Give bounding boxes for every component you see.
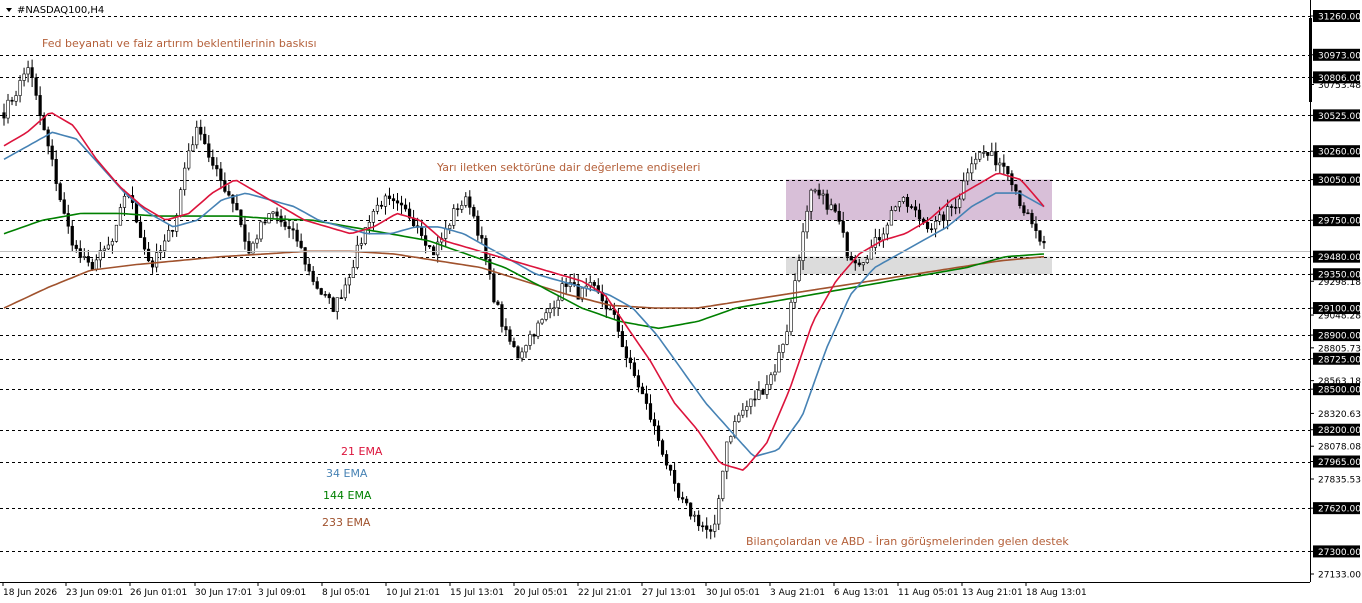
legend-ema-34: 34 EMA (326, 467, 368, 480)
time-tick-16: 18 Aug 13:01 (1026, 588, 1087, 598)
candle (536, 320, 540, 340)
price-tag-1: 30973.00 (1318, 51, 1361, 61)
price-axis: 31260.0030973.0030806.0030753.4830525.00… (1310, 10, 1361, 581)
legend-ema-144: 144 EMA (323, 489, 372, 502)
time-tick-6: 10 Jul 21:01 (386, 588, 440, 598)
price-tag-6: 30050.00 (1318, 176, 1361, 186)
candle (789, 299, 793, 336)
time-tick-9: 22 Jul 21:01 (578, 588, 632, 598)
candle (492, 268, 496, 304)
time-tick-12: 3 Aug 21:01 (770, 588, 825, 598)
price-tick-3: 30753.48 (1318, 81, 1361, 91)
plot-background (0, 0, 1310, 582)
price-tag-21: 27965.00 (1318, 458, 1361, 468)
time-tick-3: 30 Jun 17:01 (195, 588, 252, 598)
candle (331, 296, 335, 313)
time-tick-0: 18 Jun 2026 (3, 588, 57, 598)
candle (721, 470, 725, 502)
price-tag-8: 29480.00 (1318, 253, 1361, 263)
price-tag-23: 27620.00 (1318, 505, 1361, 515)
price-tag-5: 30260.00 (1318, 148, 1361, 158)
price-tag-17: 28500.00 (1318, 386, 1361, 396)
time-tick-7: 15 Jul 13:01 (450, 588, 504, 598)
price-tick-12: 29048.28 (1318, 312, 1361, 322)
price-tag-19: 28200.00 (1318, 426, 1361, 436)
candle (833, 203, 837, 214)
time-tick-13: 6 Aug 13:01 (834, 588, 889, 598)
candle (259, 220, 263, 242)
price-tick-25: 27133.00 (1318, 571, 1361, 581)
price-tag-0: 31260.00 (1318, 13, 1361, 23)
chart-title: #NASDAQ100,H4 (6, 5, 104, 16)
candle (114, 224, 119, 243)
price-tick-10: 29298.18 (1318, 278, 1361, 288)
price-tag-7: 29750.00 (1318, 217, 1361, 227)
time-axis: 18 Jun 2026 23 Jun 09:01 26 Jun 01:01 30 Ju… (2, 582, 1087, 598)
chart-symbol-label: #NASDAQ100,H4 (17, 5, 104, 16)
candle (660, 438, 665, 457)
price-chart[interactable]: 31260.0030973.0030806.0030753.4830525.00… (0, 0, 1362, 603)
time-tick-2: 26 Jun 01:01 (130, 588, 187, 598)
time-tick-10: 27 Jul 13:01 (642, 588, 696, 598)
time-tick-11: 30 Jul 05:01 (706, 588, 760, 598)
candle (239, 209, 243, 228)
candle (845, 231, 849, 261)
candle (319, 287, 323, 296)
time-tick-5: 8 Jul 05:01 (322, 588, 370, 598)
legend-ema-233: 233 EMA (322, 516, 371, 529)
time-tick-8: 20 Jul 05:01 (514, 588, 568, 598)
time-tick-14: 11 Aug 05:01 (898, 588, 959, 598)
annotation-semiconductor: Yarı iletken sektörüne dair değerleme en… (436, 161, 700, 174)
candle (676, 482, 681, 501)
price-tick-18: 28320.63 (1318, 410, 1361, 420)
price-tick-22: 27835.53 (1318, 476, 1361, 486)
price-tag-13: 28900.00 (1318, 332, 1361, 342)
annotation-fed: Fed beyanatı ve faiz artırım beklentiler… (42, 37, 317, 50)
time-tick-4: 3 Jul 09:01 (258, 588, 306, 598)
time-tick-1: 23 Jun 09:01 (66, 588, 123, 598)
time-tick-15: 13 Aug 21:01 (962, 588, 1023, 598)
scroll-bar[interactable] (1309, 18, 1312, 102)
candle (516, 345, 520, 359)
price-tag-4: 30525.00 (1318, 112, 1361, 122)
candle (179, 187, 183, 218)
legend-ema-21: 21 EMA (341, 445, 383, 458)
price-tag-15: 28725.00 (1318, 355, 1361, 365)
price-tick-20: 28078.08 (1318, 443, 1361, 453)
candle (58, 181, 62, 203)
annotation-earnings-support: Bilançolardan ve ABD - İran görüşmelerin… (746, 535, 1069, 548)
price-tag-24: 27300.00 (1318, 548, 1361, 558)
